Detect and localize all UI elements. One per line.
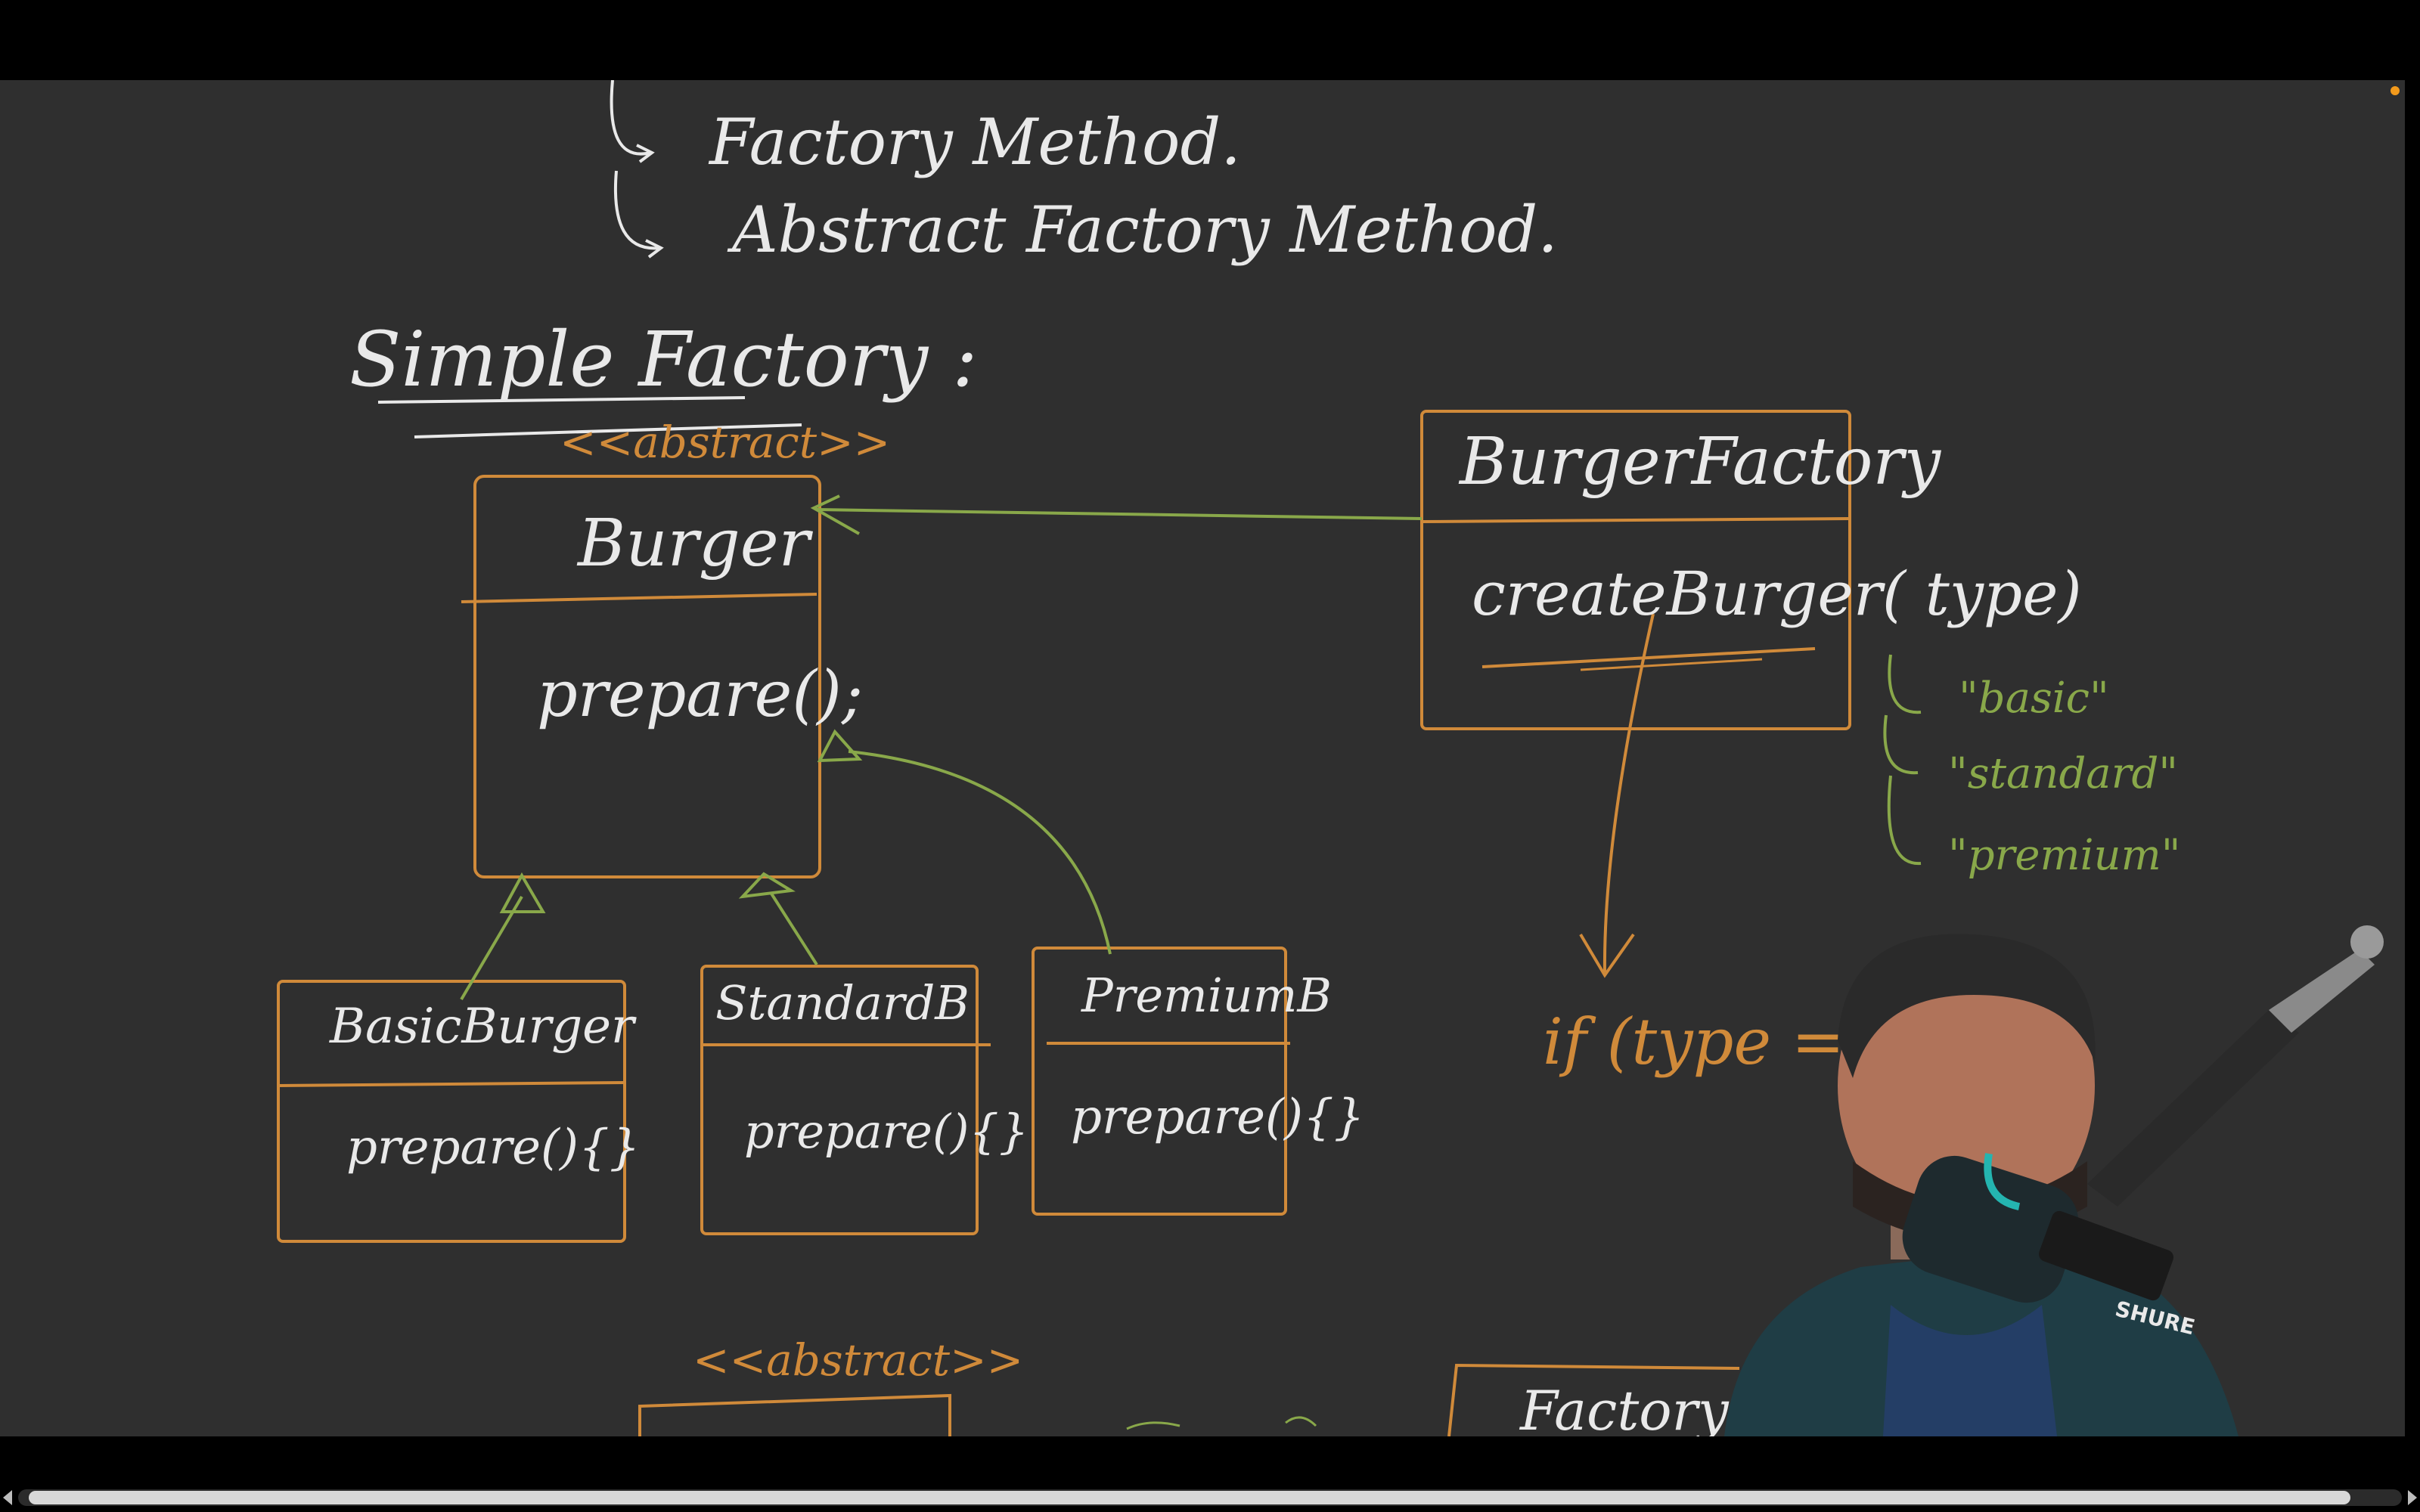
whiteboard-canvas[interactable]: Factory Method. Abstract Factory Method.… bbox=[0, 80, 2405, 1436]
burger-class-name: Burger bbox=[578, 506, 810, 581]
burger-class-method: prepare(); bbox=[537, 657, 864, 731]
top-bar bbox=[0, 0, 2420, 80]
factory-class-name: BurgerFactory bbox=[1460, 424, 1941, 500]
section-heading: Simple Factory : bbox=[349, 315, 978, 404]
type-premium: "premium" bbox=[1948, 831, 2181, 880]
presenter-webcam bbox=[1724, 925, 2384, 1436]
scrollbar-thumb[interactable] bbox=[29, 1491, 2350, 1504]
subclass-basic-name: BasicBurger bbox=[330, 999, 634, 1055]
abstract-tag: <<abstract>> bbox=[560, 417, 891, 468]
bottom-abstract-tag: <<abstract>> bbox=[693, 1334, 1024, 1386]
scroll-right-icon[interactable] bbox=[2408, 1490, 2417, 1505]
list-item-abstract-factory: Abstract Factory Method. bbox=[732, 193, 1558, 267]
type-standard: "standard" bbox=[1948, 749, 2179, 798]
subclass-standard-method: prepare(){} bbox=[744, 1104, 1029, 1159]
type-basic: "basic" bbox=[1959, 674, 2109, 723]
subclass-premium-method: prepare(){} bbox=[1071, 1089, 1365, 1145]
recording-indicator-icon bbox=[2391, 86, 2400, 95]
scroll-left-icon[interactable] bbox=[3, 1490, 12, 1505]
subclass-basic-method: prepare(){} bbox=[346, 1120, 641, 1176]
subclass-premium-name: PremiumB bbox=[1081, 968, 1332, 1023]
subclass-standard-name: StandardB bbox=[715, 975, 970, 1030]
list-item-factory-method: Factory Method. bbox=[709, 105, 1241, 179]
factory-class-method: createBurger( type) bbox=[1472, 559, 2082, 629]
